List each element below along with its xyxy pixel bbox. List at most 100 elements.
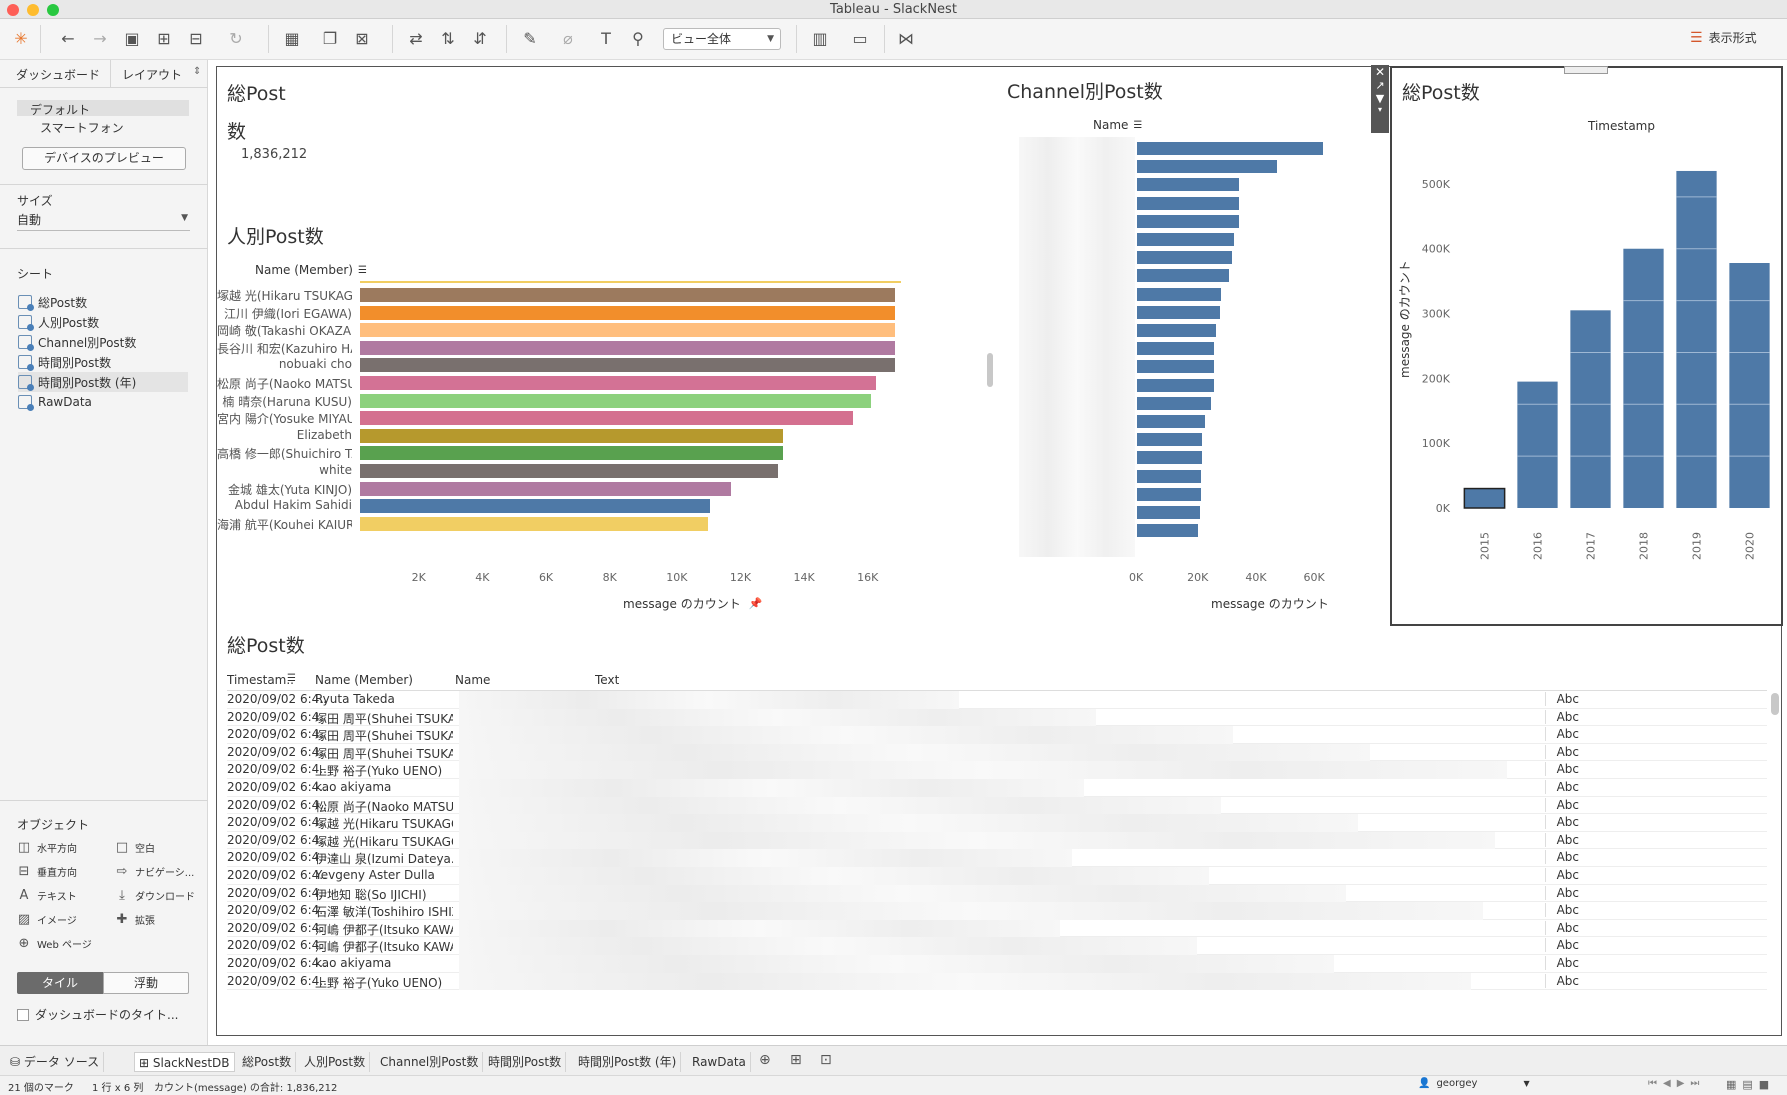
sheet-item-total-posts[interactable]: 総Post数 <box>18 292 87 312</box>
table-header-cell[interactable]: Timestam.. <box>227 673 294 687</box>
duplicate-sheet-icon[interactable]: ❐ <box>318 27 342 51</box>
refresh-icon[interactable]: ↻ <box>224 27 248 51</box>
sheet-item-person-posts[interactable]: 人別Post数 <box>18 312 99 332</box>
new-story-icon[interactable]: ⊡ <box>820 1052 832 1068</box>
presentation-mode-icon[interactable]: ▭ <box>848 27 872 51</box>
device-default[interactable]: デフォルト <box>30 101 90 118</box>
tab-layout[interactable]: レイアウト <box>122 66 182 83</box>
channel-bar[interactable] <box>1137 324 1216 337</box>
sort-descending-icon[interactable]: ⇵ <box>468 27 492 51</box>
object-horizontal[interactable]: ◫ 水平方向 <box>17 840 77 855</box>
object-text[interactable]: A テキスト <box>17 888 77 903</box>
more-options-icon[interactable]: ▾ <box>1371 105 1389 114</box>
forward-icon[interactable]: → <box>88 27 112 51</box>
new-sheet-icon[interactable]: ▦ <box>280 27 304 51</box>
object-image[interactable]: ▨ イメージ <box>17 912 77 927</box>
person-bar[interactable] <box>360 340 895 355</box>
save-icon[interactable]: ▣ <box>120 27 144 51</box>
tab-channel-posts[interactable]: Channel別Post数 <box>376 1052 484 1072</box>
sort-icon[interactable]: ☰ <box>358 265 367 276</box>
label-icon[interactable]: T <box>594 27 618 51</box>
channel-bar[interactable] <box>1137 342 1215 356</box>
tableau-logo-icon[interactable]: ✳ <box>9 27 33 51</box>
highlight-icon[interactable]: ✎ <box>518 27 542 51</box>
tab-menu-icon[interactable]: ⇕ <box>193 66 201 77</box>
go-to-sheet-icon[interactable]: ↗ <box>1371 79 1389 92</box>
person-chart-scrollbar[interactable] <box>987 353 993 387</box>
person-bar[interactable] <box>360 481 731 496</box>
person-header[interactable]: Name (Member) ☰ <box>255 263 367 277</box>
device-phone[interactable]: スマートフォン <box>40 119 124 136</box>
table-row[interactable]: 2020/09/02 6:4.. 上野 裕子(Yuko UENO) Abc <box>227 972 1767 991</box>
table-row[interactable]: 2020/09/02 6:4.. Ryuta Takeda Abc <box>227 691 1767 709</box>
channel-bar[interactable] <box>1137 287 1222 301</box>
show-me-button[interactable]: ☰ 表示形式 <box>1690 29 1757 46</box>
table-header-cell[interactable]: Name (Member) <box>315 673 413 687</box>
person-bar[interactable] <box>360 288 895 302</box>
new-data-source-icon[interactable]: ⊞ <box>152 27 176 51</box>
person-bar[interactable] <box>360 305 895 320</box>
sheet-item-rawdata[interactable]: RawData <box>18 392 92 412</box>
person-bar[interactable] <box>360 464 779 478</box>
tab-hourly-posts[interactable]: 時間別Post数 <box>484 1052 567 1072</box>
share-icon[interactable]: ⋈ <box>894 27 918 51</box>
channel-bar[interactable] <box>1137 469 1201 483</box>
table-row[interactable]: 2020/09/02 6:4..塚越 光(Hikaru TSUKAGOS.. Ab… <box>227 814 1767 832</box>
table-row[interactable]: 2020/09/02 6:4..塚田 周平(Shuhei TSUKADA) Abc <box>227 743 1767 762</box>
sheet-nav-icons[interactable]: ⏮◀▶⏭ <box>1648 1078 1705 1089</box>
table-row[interactable]: 2020/09/02 6:4..塚越 光(Hikaru TSUKAGOS.. Ab… <box>227 831 1767 850</box>
person-bar[interactable] <box>360 358 895 373</box>
table-header-cell[interactable]: Name <box>455 673 490 687</box>
new-worksheet-icon[interactable]: ⊕ <box>759 1052 771 1068</box>
table-row[interactable]: 2020/09/02 6:4.. Yevgeny Aster Dulla Abc <box>227 867 1767 885</box>
channel-bar[interactable] <box>1137 196 1239 210</box>
person-bar[interactable] <box>360 516 709 531</box>
person-bar[interactable] <box>360 393 871 408</box>
sort-ascending-icon[interactable]: ⇅ <box>436 27 460 51</box>
swap-axes-icon[interactable]: ⇄ <box>404 27 428 51</box>
table-row[interactable]: 2020/09/02 6:4.. kao akiyama Abc <box>227 955 1767 973</box>
year-bar[interactable] <box>1517 381 1558 508</box>
filter-icon[interactable]: ▼ <box>1371 92 1389 105</box>
object-blank[interactable]: □ 空白 <box>115 840 155 855</box>
table-row[interactable]: 2020/09/02 6:4.. 伊達山 泉(Izumi Dateya.. Abc <box>227 849 1767 867</box>
person-bar[interactable] <box>360 376 876 390</box>
table-row[interactable]: 2020/09/02 6:4..河嶋 伊都子(Itsuko KAWAS.. Abc <box>227 919 1767 938</box>
year-bar[interactable] <box>1463 487 1506 509</box>
back-icon[interactable]: ← <box>56 27 80 51</box>
sort-icon[interactable]: ☰ <box>1133 120 1142 131</box>
tab-rawdata[interactable]: RawData <box>688 1052 751 1072</box>
person-bar[interactable] <box>360 499 711 514</box>
object-download[interactable]: ⤓ ダウンロード <box>115 888 195 903</box>
channel-bar[interactable] <box>1137 214 1239 228</box>
object-web-page[interactable]: ⊕ Web ページ <box>17 936 92 951</box>
pin-icon[interactable]: 📌 <box>749 597 763 610</box>
person-bar[interactable] <box>360 428 784 443</box>
person-bar[interactable] <box>360 323 895 338</box>
table-row[interactable]: 2020/09/02 6:4..塚田 周平(Shuhei TSUKADA) Abc <box>227 726 1767 744</box>
channel-bar[interactable] <box>1137 305 1220 319</box>
table-scrollbar[interactable] <box>1771 693 1779 715</box>
year-bar[interactable] <box>1623 248 1664 509</box>
remove-zone-icon[interactable]: ✕ <box>1371 65 1389 79</box>
object-navigation[interactable]: ⇨ ナビゲーシ... <box>115 864 195 879</box>
year-bar[interactable] <box>1570 310 1611 508</box>
channel-bar[interactable] <box>1137 396 1212 410</box>
year-bar[interactable] <box>1729 263 1770 508</box>
new-dashboard-icon[interactable]: ⊞ <box>790 1052 802 1068</box>
clear-sheet-icon[interactable]: ⊠ <box>350 27 374 51</box>
object-extension[interactable]: ✚ 拡張 <box>115 912 155 927</box>
show-cards-icon[interactable]: ▥ <box>808 27 832 51</box>
channel-bar[interactable] <box>1137 360 1215 374</box>
user-menu[interactable]: 👤 georgey ▼ <box>1418 1078 1530 1089</box>
channel-bar[interactable] <box>1137 178 1239 192</box>
pause-update-icon[interactable]: ⊟ <box>184 27 208 51</box>
tab-data-source[interactable]: ⛁ データ ソース <box>6 1052 105 1072</box>
tab-hourly-posts-year[interactable]: 時間別Post数 (年) <box>574 1052 682 1072</box>
channel-bar[interactable] <box>1137 378 1215 392</box>
size-select[interactable]: 自動 ▼ <box>17 211 190 231</box>
channel-bar[interactable] <box>1137 487 1201 501</box>
channel-bar[interactable] <box>1137 251 1232 265</box>
tab-total-posts[interactable]: 総Post数 <box>238 1052 297 1072</box>
view-mode-icons[interactable]: ▦▤■ <box>1726 1078 1775 1091</box>
